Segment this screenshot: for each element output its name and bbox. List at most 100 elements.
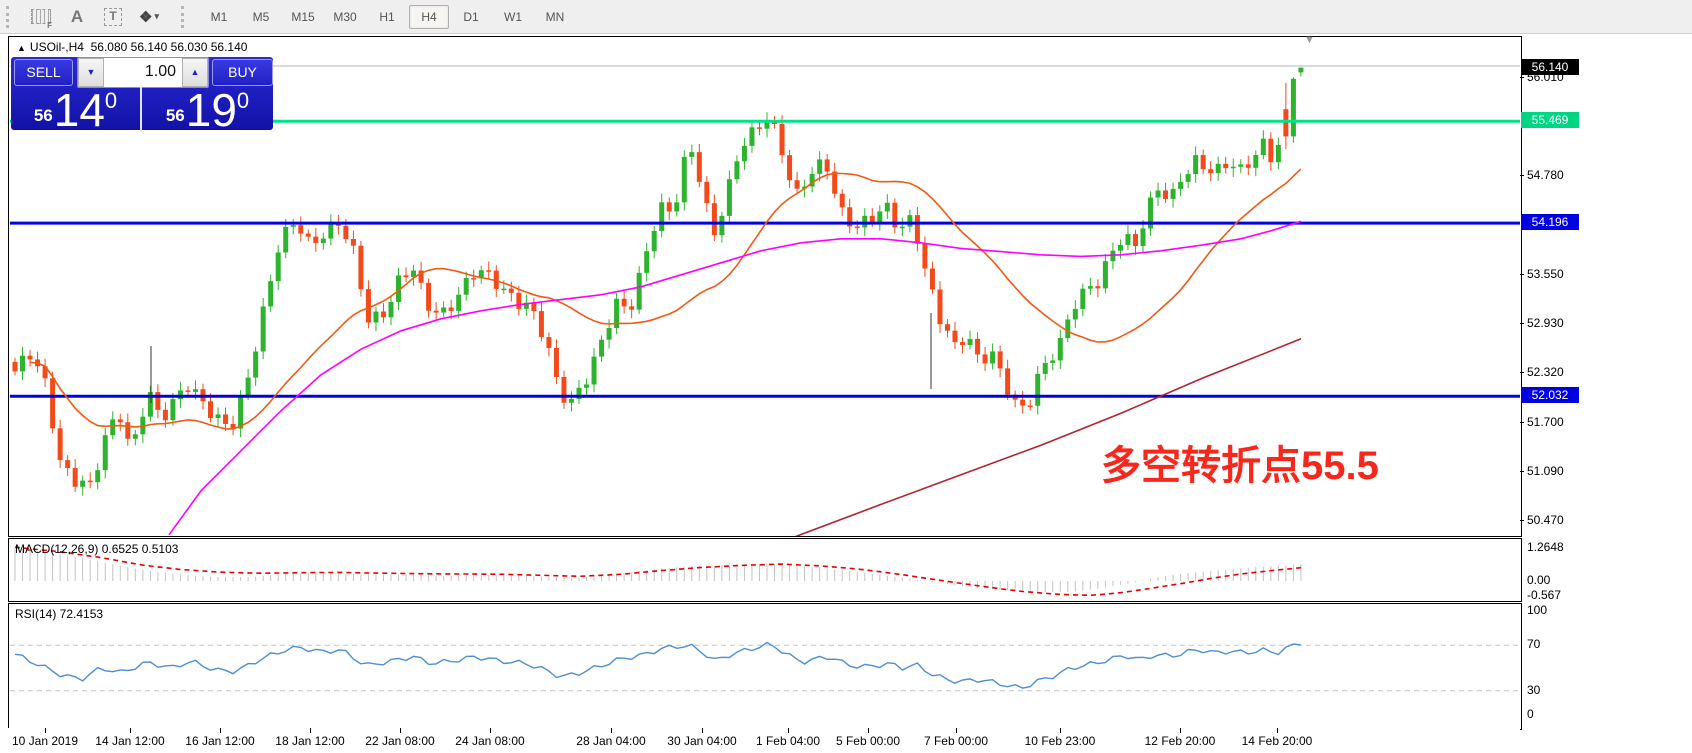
volume-input[interactable] [104, 59, 182, 86]
sell-price-pip: 0 [105, 88, 117, 114]
time-tick [868, 728, 869, 733]
font-a-icon[interactable]: A [64, 5, 90, 29]
time-label: 7 Feb 00:00 [924, 734, 988, 748]
price-tick-label: 52.930 [1527, 316, 1564, 330]
text-label-icon[interactable]: T [100, 5, 126, 29]
chart-title: USOil-,H4 [30, 40, 84, 54]
one-click-trading-panel: SELL ▼ ▲ BUY 56 14 0 56 19 0 [11, 57, 273, 130]
price-badge-54.196: 54.196 [1521, 214, 1579, 230]
price-tick-label: 53.550 [1527, 267, 1564, 281]
time-tick [788, 728, 789, 733]
arrow-objects-glyph: ❖ [139, 8, 152, 26]
macd-panel[interactable]: MACD(12,26,9) 0.6525 0.5103 [8, 538, 1522, 602]
rsi-label: RSI(14) 72.4153 [15, 607, 103, 621]
rsi-axis-label: 0 [1527, 707, 1534, 721]
rsi-panel[interactable]: RSI(14) 72.4153 [8, 603, 1522, 730]
time-label: 18 Jan 12:00 [275, 734, 344, 748]
price-tick-label: 54.780 [1527, 168, 1564, 182]
trade-controls-row: SELL ▼ ▲ BUY [11, 57, 273, 87]
timeframe-button-mn[interactable]: MN [535, 5, 575, 29]
timeframe-button-h1[interactable]: H1 [367, 5, 407, 29]
sell-price-big: 14 [54, 92, 105, 130]
time-tick [1180, 728, 1181, 733]
price-tick [1520, 274, 1524, 275]
price-badge-52.032: 52.032 [1521, 387, 1579, 403]
arrow-objects-icon[interactable]: ❖ ▾ [136, 5, 162, 29]
timeframe-button-m5[interactable]: M5 [241, 5, 281, 29]
time-tick [310, 728, 311, 733]
volume-spinner: ▼ ▲ [77, 57, 209, 88]
price-axis[interactable]: 56.01054.78053.55052.93052.32051.70051.0… [1520, 36, 1692, 535]
macd-axis[interactable]: 1.2648 0.00-0.567 [1520, 538, 1692, 600]
chart-ohlc-values: 56.080 56.140 56.030 56.140 [91, 40, 248, 54]
top-toolbar: F A T ❖ ▾ M1M5M15M30H1H4D1W1MN [0, 0, 1692, 34]
timeframe-button-d1[interactable]: D1 [451, 5, 491, 29]
chart-title-row: ▲ USOil-,H4 56.080 56.140 56.030 56.140 [17, 40, 247, 54]
time-tick [130, 728, 131, 733]
buy-price-pip: 0 [237, 88, 249, 114]
mt4-window: { "toolbar":{ "icons":[ {"name":"custom-… [0, 0, 1692, 753]
timeframe-button-m1[interactable]: M1 [199, 5, 239, 29]
macd-chart[interactable] [9, 539, 1521, 601]
time-label: 10 Jan 2019 [12, 734, 78, 748]
text-label-glyph: T [104, 8, 122, 26]
buy-price-handle: 56 [166, 106, 185, 126]
time-label: 12 Feb 20:00 [1145, 734, 1216, 748]
time-label: 1 Feb 04:00 [756, 734, 820, 748]
timeframe-button-m15[interactable]: M15 [283, 5, 323, 29]
rsi-chart[interactable] [9, 604, 1521, 729]
time-axis[interactable]: 10 Jan 2019 14 Jan 12:00 16 Jan 12:00 18 Ja… [8, 728, 1520, 753]
time-tick [220, 728, 221, 733]
buy-price-big: 19 [186, 92, 237, 130]
macd-label: MACD(12,26,9) 0.6525 0.5103 [15, 542, 178, 556]
rsi-axis[interactable]: 10070300 [1520, 603, 1692, 728]
time-tick [702, 728, 703, 733]
volume-decrease-button[interactable]: ▼ [78, 58, 104, 87]
timeframe-button-w1[interactable]: W1 [493, 5, 533, 29]
time-label: 14 Jan 12:00 [95, 734, 164, 748]
template-f-icon[interactable]: F [28, 5, 54, 29]
main-chart-panel[interactable]: ▲ USOil-,H4 56.080 56.140 56.030 56.140 S… [8, 36, 1522, 537]
time-tick [956, 728, 957, 733]
time-label: 30 Jan 04:00 [667, 734, 736, 748]
time-tick [1277, 728, 1278, 733]
price-tick [1520, 77, 1524, 78]
time-label: 16 Jan 12:00 [185, 734, 254, 748]
macd-axis-label: 1.2648 [1527, 540, 1564, 554]
buy-button[interactable]: BUY [212, 59, 273, 86]
price-badge-55.469: 55.469 [1521, 112, 1579, 128]
time-tick [400, 728, 401, 733]
chart-annotation-text: 多空转折点55.5 [1101, 433, 1379, 491]
time-label: 14 Feb 20:00 [1242, 734, 1313, 748]
chart-shift-marker-icon[interactable]: ▼ [1304, 34, 1315, 46]
sell-price-handle: 56 [34, 106, 53, 126]
rsi-axis-label: 70 [1527, 637, 1540, 651]
collapse-triangle-icon[interactable]: ▲ [17, 43, 26, 53]
time-label: 5 Feb 00:00 [836, 734, 900, 748]
time-label: 28 Jan 04:00 [576, 734, 645, 748]
sell-price-display[interactable]: 56 14 0 [11, 87, 142, 132]
price-tick-label: 51.700 [1527, 415, 1564, 429]
timeframe-button-h4[interactable]: H4 [409, 5, 449, 29]
macd-axis-label: -0.567 [1527, 588, 1561, 602]
price-tick-label: 50.470 [1527, 513, 1564, 527]
sell-button[interactable]: SELL [14, 59, 73, 86]
time-label: 22 Jan 08:00 [365, 734, 434, 748]
timeframe-bar: M1M5M15M30H1H4D1W1MN [198, 5, 576, 29]
price-tick-label: 51.090 [1527, 464, 1564, 478]
time-label: 24 Jan 08:00 [455, 734, 524, 748]
toolbar-drag-handle[interactable] [6, 6, 15, 28]
time-tick [490, 728, 491, 733]
timeframe-button-m30[interactable]: M30 [325, 5, 365, 29]
dropdown-caret-icon[interactable]: ▾ [154, 11, 159, 22]
price-tick [1520, 372, 1524, 373]
time-tick [45, 728, 46, 733]
time-tick [1060, 728, 1061, 733]
price-tick [1520, 471, 1524, 472]
time-tick [611, 728, 612, 733]
macd-axis-label: 0.00 [1527, 573, 1550, 587]
price-badge-56.140: 56.140 [1521, 59, 1579, 75]
price-tick [1520, 520, 1524, 521]
buy-price-display[interactable]: 56 19 0 [142, 87, 273, 132]
volume-increase-button[interactable]: ▲ [182, 58, 208, 87]
